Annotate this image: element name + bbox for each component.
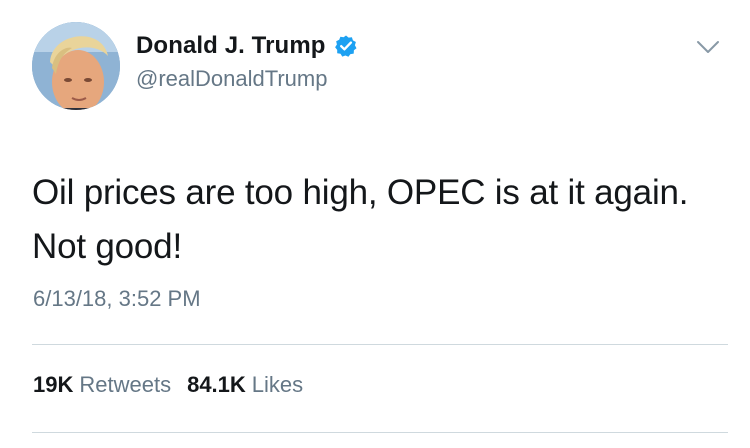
tweet-stats: 19K Retweets 84.1K Likes — [33, 372, 303, 398]
chevron-down-icon[interactable] — [696, 38, 720, 56]
tweet-text: Oil prices are too high, OPEC is at it a… — [32, 166, 722, 274]
tweet-timestamp[interactable]: 6/13/18, 3:52 PM — [33, 286, 201, 312]
likes-count: 84.1K — [187, 372, 246, 397]
retweets-count: 19K — [33, 372, 74, 397]
avatar-image — [32, 22, 120, 110]
tweet-text-line-1: Oil prices are too high, OPEC is at it a… — [32, 173, 689, 212]
likes-stat[interactable]: 84.1K Likes — [187, 372, 303, 398]
display-name[interactable]: Donald J. Trump — [136, 32, 326, 60]
divider — [32, 344, 728, 345]
tweet-card: Donald J. Trump @realDonaldTrump Oil pri… — [0, 0, 750, 448]
likes-label: Likes — [251, 372, 304, 397]
user-handle[interactable]: @realDonaldTrump — [136, 66, 327, 92]
user-name-row: Donald J. Trump — [136, 32, 358, 60]
avatar[interactable] — [32, 22, 120, 110]
retweets-stat[interactable]: 19K Retweets — [33, 372, 171, 398]
divider — [32, 432, 728, 433]
tweet-text-line-2: Not good! — [32, 227, 182, 266]
retweets-label: Retweets — [79, 372, 172, 397]
verified-badge-icon — [334, 34, 358, 58]
